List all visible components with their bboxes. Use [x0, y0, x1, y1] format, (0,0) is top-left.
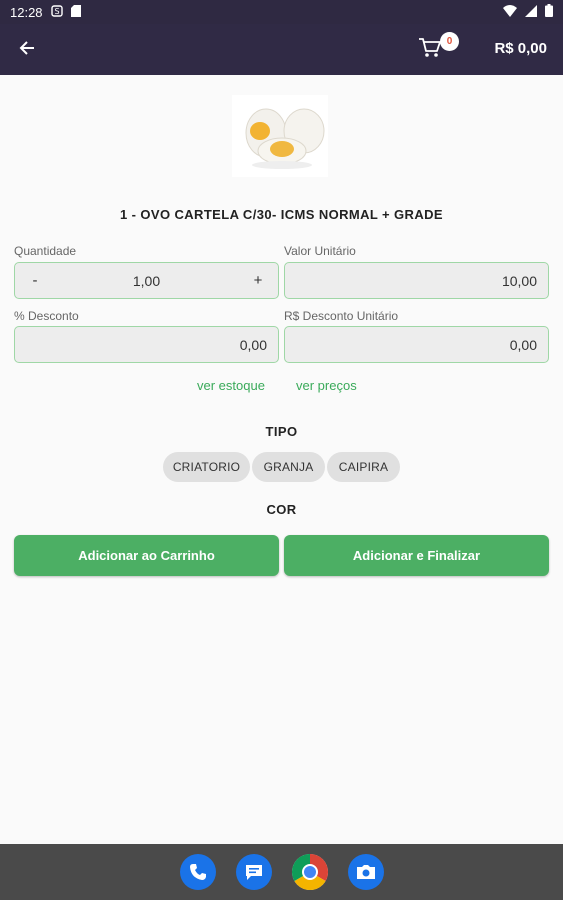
wifi-icon [503, 4, 517, 20]
cor-title: COR [266, 502, 297, 517]
signal-icon [525, 4, 537, 20]
chip-caipira[interactable]: CAIPIRA [327, 452, 400, 482]
quantity-decrement-button[interactable]: - [15, 272, 55, 289]
app-bar: 0 R$ 0,00 [0, 24, 563, 75]
add-and-finish-button[interactable]: Adicionar e Finalizar [284, 535, 549, 576]
back-button[interactable] [14, 37, 40, 63]
cart-count-badge: 0 [440, 32, 459, 51]
unit-price-field[interactable]: 10,00 [284, 262, 549, 299]
chrome-icon[interactable] [292, 854, 328, 890]
quantity-stepper[interactable]: - 1,00 + [14, 262, 279, 299]
discount-unit-field[interactable]: 0,00 [284, 326, 549, 363]
chip-granja[interactable]: GRANJA [252, 452, 325, 482]
quantity-increment-button[interactable]: + [238, 272, 278, 289]
messages-icon[interactable] [236, 854, 272, 890]
discount-percent-label: % Desconto [14, 309, 79, 323]
phone-icon[interactable] [180, 854, 216, 890]
status-bar: 12:28 S [0, 0, 563, 24]
discount-percent-value[interactable]: 0,00 [15, 337, 278, 353]
battery-icon [545, 4, 553, 20]
arrow-left-icon [19, 40, 35, 61]
ver-estoque-link[interactable]: ver estoque [197, 378, 265, 393]
dock [0, 844, 563, 900]
discount-unit-label: R$ Desconto Unitário [284, 309, 399, 323]
ver-precos-link[interactable]: ver preços [296, 378, 357, 393]
discount-unit-value[interactable]: 0,00 [285, 337, 548, 353]
tipo-title: TIPO [265, 424, 298, 439]
eggs-image [232, 95, 328, 177]
status-time: 12:28 [10, 4, 43, 20]
discount-percent-field[interactable]: 0,00 [14, 326, 279, 363]
camera-icon[interactable] [348, 854, 384, 890]
cart-total: R$ 0,00 [494, 40, 547, 57]
quantity-value[interactable]: 1,00 [55, 273, 238, 289]
product-title: 1 - OVO CARTELA C/30- ICMS NORMAL + GRAD… [119, 207, 443, 222]
svg-text:S: S [54, 7, 59, 16]
unit-price-label: Valor Unitário [284, 244, 356, 258]
quantity-label: Quantidade [14, 244, 77, 258]
s-logo-icon: S [50, 4, 63, 20]
cart-icon [418, 38, 442, 63]
add-to-cart-button[interactable]: Adicionar ao Carrinho [14, 535, 279, 576]
chip-criatorio[interactable]: CRIATORIO [163, 452, 250, 482]
sd-card-icon [70, 4, 81, 20]
unit-price-value[interactable]: 10,00 [285, 273, 548, 289]
